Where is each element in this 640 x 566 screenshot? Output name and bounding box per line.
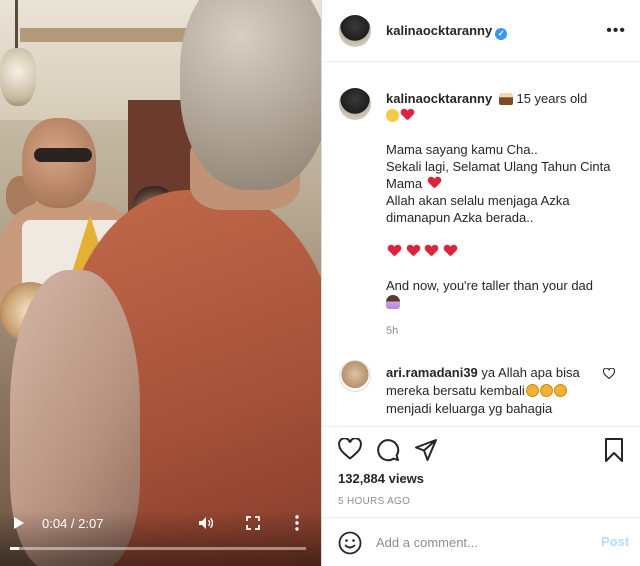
commenter-avatar[interactable] bbox=[339, 360, 371, 392]
video-frame-lamp bbox=[0, 48, 36, 106]
comment-input[interactable] bbox=[376, 530, 586, 554]
smiley-face-icon bbox=[386, 109, 399, 122]
post-header: kalinaocktaranny ✓ ••• bbox=[322, 0, 640, 62]
posted-time[interactable]: 5 HOURS AGO bbox=[338, 496, 410, 507]
commenter-username[interactable]: ari.ramadani39 bbox=[386, 365, 478, 380]
more-vertical-icon[interactable] bbox=[294, 515, 300, 531]
video-frame-front-head bbox=[180, 0, 321, 190]
fullscreen-icon[interactable] bbox=[246, 516, 260, 530]
caption-username[interactable]: kalinaocktaranny bbox=[386, 91, 492, 106]
red-heart-icon bbox=[388, 245, 401, 257]
caption-body: kalinaocktaranny 15 years old Mama sayan… bbox=[386, 90, 626, 340]
author-username-row: kalinaocktaranny ✓ bbox=[386, 23, 508, 40]
comment-text-part: menjadi keluarga yg bahagia bbox=[386, 401, 553, 416]
more-horizontal-icon[interactable]: ••• bbox=[606, 22, 626, 40]
caption-line: dimanapun Azka berada.. bbox=[386, 210, 534, 225]
video-time: 0:04 / 2:07 bbox=[42, 516, 104, 531]
red-heart-icon bbox=[428, 177, 441, 189]
hearts-row bbox=[386, 243, 626, 260]
red-heart-icon bbox=[425, 245, 438, 257]
verified-icon: ✓ bbox=[495, 28, 508, 40]
red-heart-icon bbox=[401, 109, 414, 121]
author-username[interactable]: kalinaocktaranny bbox=[386, 23, 492, 38]
post-side-panel: kalinaocktaranny ✓ ••• kalinaocktaranny 1… bbox=[321, 0, 640, 566]
share-icon[interactable] bbox=[414, 438, 438, 462]
sad-face-icon bbox=[525, 384, 539, 397]
bookmark-icon[interactable] bbox=[604, 438, 624, 462]
red-heart-icon bbox=[407, 245, 420, 257]
red-heart-icon bbox=[444, 245, 457, 257]
emoji-icon[interactable] bbox=[338, 531, 362, 555]
view-count[interactable]: 132,884 views bbox=[338, 471, 424, 486]
caption-line: Mama bbox=[386, 176, 423, 191]
caption-line: Allah akan selalu menjaga Azka bbox=[386, 193, 570, 208]
comment-text-part: mereka bersatu kembali bbox=[386, 383, 525, 398]
volume-icon[interactable] bbox=[198, 516, 214, 530]
play-icon[interactable] bbox=[14, 517, 24, 529]
sad-face-icon bbox=[539, 384, 553, 397]
video-progress-fill bbox=[10, 547, 19, 550]
video-frame-man-head bbox=[22, 118, 96, 208]
video-frame-sunglasses bbox=[34, 148, 92, 162]
sad-face-icon bbox=[553, 384, 567, 397]
comment-like-icon[interactable] bbox=[603, 368, 615, 379]
post-button[interactable]: Post bbox=[601, 534, 629, 549]
caption-line: Sekali lagi, Selamat Ulang Tahun Cinta bbox=[386, 159, 611, 174]
birthday-cake-icon bbox=[498, 93, 513, 105]
caption-line: Mama sayang kamu Cha.. bbox=[386, 142, 538, 157]
caption-headline: 15 years old bbox=[516, 91, 588, 106]
video-frame-cornice bbox=[20, 28, 210, 42]
post-actions: 132,884 views 5 HOURS AGO Post bbox=[322, 426, 640, 566]
comment-text-part: ya Allah apa bisa bbox=[481, 365, 580, 380]
post-caption: kalinaocktaranny 15 years old Mama sayan… bbox=[322, 62, 640, 426]
caption-avatar[interactable] bbox=[339, 88, 371, 120]
caption-line-row: Mama bbox=[386, 175, 626, 192]
comment-icon[interactable] bbox=[376, 438, 400, 462]
add-comment-bar: Post bbox=[322, 517, 640, 566]
video-player[interactable]: 0:04 / 2:07 bbox=[0, 0, 321, 566]
video-progress-bar[interactable] bbox=[10, 547, 306, 550]
author-avatar[interactable] bbox=[339, 15, 371, 47]
comment-text: ari.ramadani39 ya Allah apa bisa mereka … bbox=[386, 364, 594, 418]
caption-line: And now, you're taller than your dad bbox=[386, 278, 594, 293]
heart-outline-icon[interactable] bbox=[338, 438, 362, 460]
caption-time-ago[interactable]: 5h bbox=[386, 323, 626, 340]
video-frame-lamp-cord bbox=[15, 0, 18, 48]
person-emoji-icon bbox=[386, 295, 400, 309]
